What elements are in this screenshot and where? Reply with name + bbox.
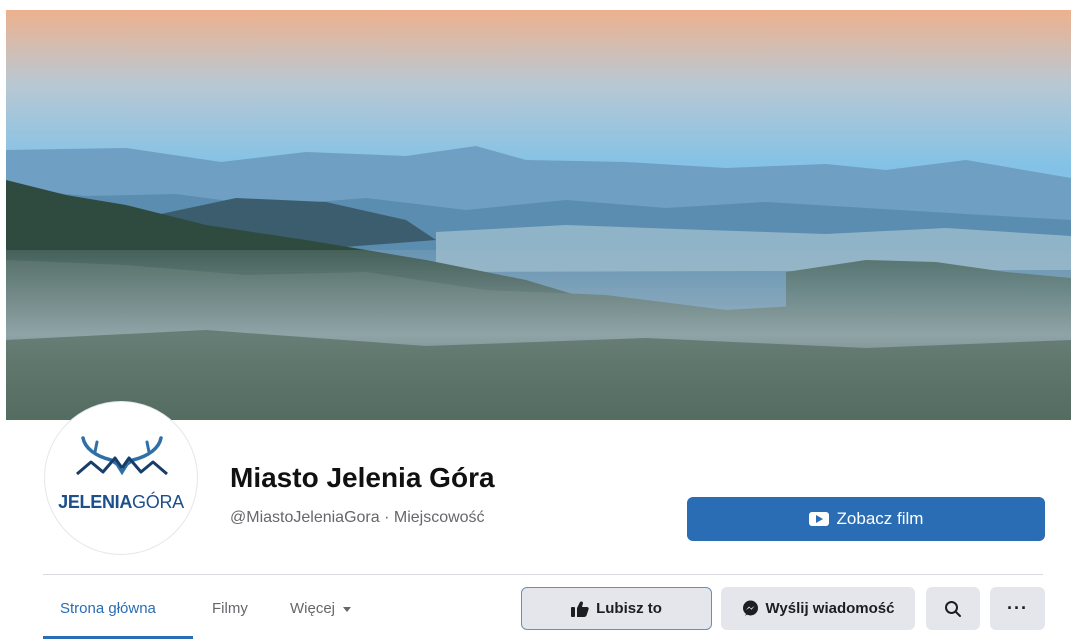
search-icon — [945, 600, 961, 617]
like-button[interactable]: Lubisz to — [521, 587, 712, 630]
antlers-logo-icon — [76, 436, 168, 476]
like-label: Lubisz to — [596, 600, 662, 617]
more-options-button[interactable]: ··· — [990, 587, 1045, 630]
logo-text-light: GÓRA — [132, 492, 184, 512]
tab-videos[interactable]: Filmy — [212, 600, 248, 617]
send-message-label: Wyślij wiadomość — [765, 600, 895, 617]
thumbs-up-icon — [571, 600, 589, 617]
logo-text-bold: JELENIA — [58, 492, 133, 512]
header-divider — [43, 574, 1043, 575]
page-title: Miasto Jelenia Góra — [230, 462, 495, 493]
avatar-logo-text: JELENIAGÓRA — [45, 492, 197, 513]
cover-photo[interactable] — [6, 10, 1071, 420]
send-message-button[interactable]: Wyślij wiadomość — [721, 587, 915, 630]
more-dots-icon: ··· — [1007, 598, 1028, 618]
watch-video-label: Zobacz film — [836, 509, 924, 528]
page-handle-category: @MiastoJeleniaGora · Miejscowość — [230, 509, 485, 526]
profile-avatar[interactable]: JELENIAGÓRA — [45, 402, 197, 554]
search-button[interactable] — [926, 587, 980, 630]
tab-home[interactable]: Strona główna — [60, 600, 156, 617]
tab-more[interactable]: Więcej — [290, 600, 352, 617]
watch-video-button[interactable]: Zobacz film — [687, 497, 1045, 541]
tab-home-label: Strona główna — [60, 600, 156, 617]
tab-videos-label: Filmy — [212, 600, 248, 617]
chevron-down-icon — [343, 606, 352, 612]
mountain-landscape — [6, 10, 1071, 420]
messenger-icon — [742, 600, 758, 616]
tab-more-label: Więcej — [290, 600, 336, 617]
play-video-icon — [808, 512, 829, 526]
active-tab-indicator — [43, 636, 193, 639]
